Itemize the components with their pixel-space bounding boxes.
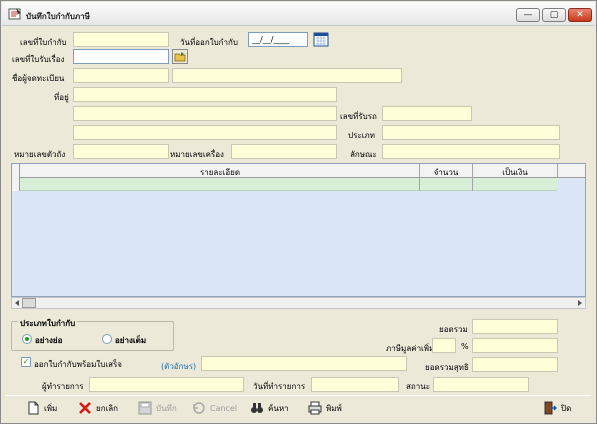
character-label: ลักษณะ — [350, 150, 377, 159]
add-button[interactable]: เพิ่ม — [26, 400, 57, 416]
engine-no-label: หมายเลขเครื่อง — [170, 150, 224, 159]
vat-rate-field[interactable] — [432, 338, 456, 353]
chassis-no-field[interactable] — [382, 106, 472, 121]
net-total-field — [472, 357, 558, 372]
form-area: เลขที่ใบกำกับ วันที่ออกใบกำกับ __/__/___… — [6, 27, 591, 417]
close-button[interactable]: ปิด — [543, 400, 571, 416]
sum-label: ยอดรวม — [439, 325, 468, 334]
close-label: ปิด — [561, 403, 572, 413]
operator-field — [89, 377, 244, 392]
body-no-field[interactable] — [73, 144, 169, 159]
minimize-button[interactable]: — — [516, 8, 540, 22]
print-label: พิมพ์ — [326, 403, 342, 413]
address-label: ที่อยู่ — [54, 93, 69, 102]
address-line1-field[interactable] — [73, 87, 337, 102]
registrant-name-field[interactable] — [172, 68, 402, 83]
calendar-icon[interactable] — [313, 32, 329, 47]
undo-icon — [193, 402, 205, 414]
registrant-label: ชื่อผู้จดทะเบียน — [12, 74, 65, 83]
app-icon — [8, 8, 21, 20]
vat-amount-field — [472, 338, 558, 353]
save-button[interactable]: บันทึก — [138, 400, 177, 416]
row-marker — [12, 164, 20, 191]
issue-date-label: วันที่ออกใบกำกับ — [180, 38, 238, 47]
invoice-type-group: ประเภทใบกำกับ อย่างย่อ อย่างเต็ม — [11, 317, 174, 351]
search-button[interactable]: ค้นหา — [250, 400, 289, 416]
status-field — [433, 377, 529, 392]
binoculars-icon — [251, 403, 263, 413]
type-label: ประเภท — [348, 131, 375, 140]
text-amount-label: (ตัวอักษร) — [161, 362, 197, 371]
chassis-no-label: เลขที่รับรถ — [340, 112, 377, 121]
cancel-item-button[interactable]: ยกเลิก — [78, 400, 118, 416]
cancel-label: Cancel — [210, 403, 238, 413]
scroll-left-icon[interactable] — [13, 299, 21, 307]
radio-full-form[interactable] — [102, 334, 112, 344]
maximize-button[interactable]: ▢ — [542, 8, 566, 22]
vat-label: ภาษีมูลค่าเพิ่ม — [386, 344, 435, 353]
print-with-receipt-label: ออกใบกำกับพร้อมใบเสร็จ — [34, 360, 122, 369]
sum-field — [472, 319, 558, 334]
folder-browse-icon[interactable] — [172, 49, 188, 64]
address-line3-field[interactable] — [73, 125, 337, 140]
search-label: ค้นหา — [268, 403, 289, 413]
invoice-no-label: เลขที่ใบกำกับ — [20, 38, 67, 47]
short-form-label: อย่างย่อ — [35, 336, 63, 345]
cancel-item-label: ยกเลิก — [96, 403, 119, 413]
print-button[interactable]: พิมพ์ — [308, 400, 342, 416]
disk-icon — [138, 401, 152, 415]
text-amount-field — [201, 356, 407, 371]
radio-short-form[interactable] — [22, 334, 32, 344]
table-row[interactable] — [20, 178, 557, 191]
type-field[interactable] — [382, 125, 560, 140]
add-button-label: เพิ่ม — [44, 403, 58, 413]
vat-unit-label: % — [461, 342, 469, 351]
receipt-no-field[interactable] — [73, 49, 169, 64]
registrant-prefix-field[interactable] — [73, 68, 169, 83]
exit-door-icon — [544, 401, 557, 415]
horizontal-scrollbar[interactable] — [11, 297, 586, 309]
op-date-field — [311, 377, 399, 392]
print-with-receipt-checkbox[interactable]: ✓ — [21, 357, 31, 367]
full-form-label: อย่างเต็ม — [115, 336, 147, 345]
body-no-label: หมายเลขตัวถัง — [14, 150, 66, 159]
invoice-type-title: ประเภทใบกำกับ — [18, 317, 78, 330]
net-total-label: ยอดรวมสุทธิ — [425, 363, 469, 372]
bottom-toolbar: เพิ่ม ยกเลิก บันทึก Cancel ค้นหา พิมพ์ ป… — [6, 395, 591, 417]
title-bar: บันทึกใบกำกับภาษี — ▢ ✕ — [2, 2, 595, 26]
grid-header: รายละเอียด จำนวน เป็นเงิน — [12, 164, 585, 178]
invoice-window: บันทึกใบกำกับภาษี — ▢ ✕ เลขที่ใบกำกับ วั… — [0, 0, 597, 424]
status-label: สถานะ — [406, 382, 430, 391]
op-date-label: วันที่ทำรายการ — [253, 382, 306, 391]
issue-date-field[interactable]: __/__/____ — [248, 32, 308, 47]
engine-no-field[interactable] — [231, 144, 337, 159]
character-field[interactable] — [382, 144, 560, 159]
save-label: บันทึก — [156, 403, 177, 413]
new-document-icon — [28, 401, 39, 415]
red-x-icon — [79, 402, 91, 414]
invoice-no-field[interactable] — [73, 32, 169, 47]
cancel-button[interactable]: Cancel — [192, 400, 237, 416]
printer-icon — [308, 401, 322, 415]
address-line2-field[interactable] — [73, 106, 337, 121]
window-title: บันทึกใบกำกับภาษี — [26, 12, 90, 21]
items-grid[interactable]: รายละเอียด จำนวน เป็นเงิน — [11, 163, 586, 297]
operator-label: ผู้ทำรายการ — [42, 382, 84, 391]
receipt-no-label: เลขที่ใบรับเรื่อง — [12, 55, 65, 64]
scroll-right-icon[interactable] — [576, 299, 584, 307]
scroll-thumb[interactable] — [22, 298, 36, 308]
close-window-button[interactable]: ✕ — [568, 8, 592, 22]
